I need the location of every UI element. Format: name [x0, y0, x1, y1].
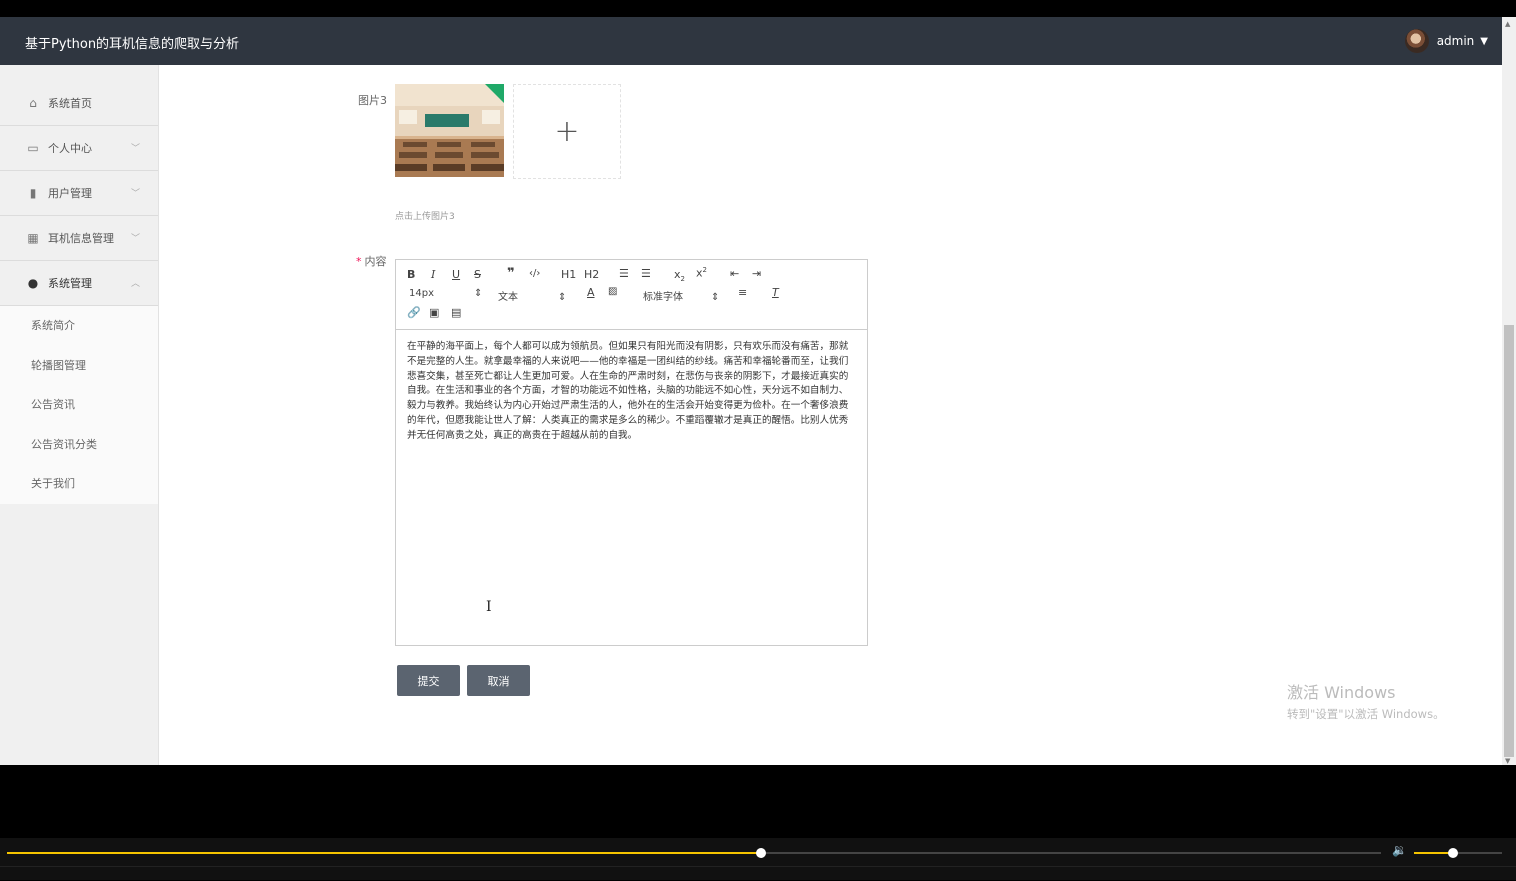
caret-down-icon: ▼: [1480, 35, 1488, 47]
align-icon[interactable]: ≡: [738, 286, 747, 299]
code-block-icon[interactable]: ‹/›: [529, 268, 540, 279]
app-window: 基于Python的耳机信息的爬取与分析 admin ▼ ⌂ 系统首页 ▭ 个人中…: [0, 17, 1502, 765]
user-icon: ●: [27, 276, 39, 290]
heading1-icon[interactable]: H1: [561, 268, 576, 281]
editor-content[interactable]: 在平静的海平面上，每个人都可以成为领航员。但如果只有阳光而没有阴影，只有欢乐而没…: [396, 330, 867, 454]
top-navbar: 基于Python的耳机信息的爬取与分析 admin ▼: [0, 17, 1502, 65]
chevron-up-icon: ︿: [130, 279, 140, 289]
outdent-icon[interactable]: ⇤: [730, 267, 739, 280]
chevron-down-icon: ﹀: [130, 234, 140, 244]
strikethrough-icon[interactable]: S: [474, 268, 481, 281]
submenu-item-news[interactable]: 公告资讯: [0, 385, 158, 425]
card-icon: ▭: [27, 141, 39, 155]
ordered-list-icon[interactable]: ☰: [619, 267, 629, 280]
sidebar-item-user-management[interactable]: ▮ 用户管理 ﹀: [0, 171, 158, 216]
cancel-button[interactable]: 取消: [467, 665, 530, 696]
scrollbar-thumb[interactable]: [1504, 325, 1514, 757]
select-arrows-icon: ⇕: [558, 292, 567, 303]
sidebar-item-home[interactable]: ⌂ 系统首页: [0, 81, 158, 126]
username: admin: [1436, 34, 1475, 48]
watermark-line2: 转到"设置"以激活 Windows。: [1287, 707, 1445, 721]
home-icon: ⌂: [29, 96, 37, 110]
image3-thumbnail[interactable]: [395, 84, 504, 177]
image3-label: 图片3: [358, 94, 387, 107]
sidebar-item-personal-center[interactable]: ▭ 个人中心 ﹀: [0, 126, 158, 171]
seek-handle[interactable]: [756, 848, 766, 858]
font-family-select[interactable]: 标准字体 ⇕: [643, 288, 719, 303]
upload-image-button[interactable]: +: [513, 84, 621, 179]
italic-icon[interactable]: I: [431, 268, 435, 281]
grid-icon: ▦: [27, 231, 39, 245]
header-select[interactable]: 文本 ⇕: [498, 288, 566, 303]
player-bottom-strip: [0, 866, 1516, 881]
sidebar-item-earphone-management[interactable]: ▦ 耳机信息管理 ﹀: [0, 216, 158, 261]
watermark-line1: 激活 Windows: [1287, 683, 1396, 702]
chevron-down-icon: ﹀: [130, 189, 140, 199]
video-icon[interactable]: ▤: [451, 306, 461, 319]
superscript-icon[interactable]: x2: [696, 266, 707, 280]
user-menu[interactable]: admin ▼: [1404, 29, 1488, 53]
link-icon[interactable]: 🔗: [407, 306, 421, 319]
avatar: [1404, 29, 1429, 53]
submenu-item-about[interactable]: 关于我们: [0, 464, 158, 504]
editor-toolbar: B I U S ❞ ‹/› H1 H2 ☰ ☰ x2 x2 ⇤ ⇥ 14px ⇕ …: [396, 260, 867, 330]
submenu-system: 系统简介 轮播图管理 公告资讯 公告资讯分类 关于我们: [0, 306, 158, 504]
submenu-item-news-category[interactable]: 公告资讯分类: [0, 425, 158, 465]
clear-format-icon[interactable]: T: [772, 286, 779, 299]
sidebar-item-label: 系统管理: [48, 277, 92, 290]
plus-icon: +: [554, 114, 580, 149]
sidebar: ⌂ 系统首页 ▭ 个人中心 ﹀ ▮ 用户管理 ﹀ ▦ 耳机信息管理 ﹀ ● 系统…: [0, 65, 159, 765]
image3-hint: 点击上传图片3: [395, 212, 455, 222]
seek-bar-progress: [7, 852, 761, 854]
bold-icon[interactable]: B: [407, 268, 415, 281]
subscript-icon[interactable]: x2: [674, 268, 685, 283]
blockquote-icon[interactable]: ❞: [507, 266, 515, 281]
indent-icon[interactable]: ⇥: [752, 267, 761, 280]
volume-icon[interactable]: 🔉: [1392, 843, 1407, 857]
text-cursor-icon: I: [486, 599, 492, 615]
heading2-icon[interactable]: H2: [584, 268, 599, 281]
sidebar-item-label: 耳机信息管理: [48, 232, 114, 245]
scroll-up-icon[interactable]: ▲: [1505, 20, 1510, 28]
sidebar-item-label: 系统首页: [48, 97, 92, 110]
sidebar-item-system-management[interactable]: ● 系统管理 ︿: [0, 261, 158, 306]
bullet-list-icon[interactable]: ☰: [641, 267, 651, 280]
select-arrows-icon: ⇕: [711, 292, 720, 303]
required-mark: *: [356, 255, 362, 268]
sidebar-item-label: 用户管理: [48, 187, 92, 200]
submit-button[interactable]: 提交: [397, 665, 460, 696]
app-title: 基于Python的耳机信息的爬取与分析: [25, 37, 240, 52]
scroll-down-icon[interactable]: ▼: [1505, 757, 1510, 765]
chevron-down-icon: ﹀: [130, 144, 140, 154]
rich-text-editor: B I U S ❞ ‹/› H1 H2 ☰ ☰ x2 x2 ⇤ ⇥ 14px ⇕ …: [395, 259, 868, 646]
content-label: * 内容: [356, 255, 387, 268]
font-size-select[interactable]: 14px ⇕: [409, 288, 482, 299]
volume-handle[interactable]: [1448, 848, 1458, 858]
underline-icon[interactable]: U: [452, 268, 460, 281]
text-color-icon[interactable]: A: [587, 286, 595, 299]
image-icon[interactable]: ▣: [429, 306, 439, 319]
submenu-item-intro[interactable]: 系统简介: [0, 306, 158, 346]
background-color-icon[interactable]: ▨: [608, 286, 617, 297]
select-arrows-icon: ⇕: [474, 288, 483, 299]
sidebar-item-label: 个人中心: [48, 142, 92, 155]
windows-activation-watermark: 激活 Windows 转到"设置"以激活 Windows。: [1287, 679, 1445, 722]
chart-icon: ▮: [29, 186, 37, 200]
classroom-image: [395, 84, 504, 177]
submenu-item-carousel[interactable]: 轮播图管理: [0, 346, 158, 386]
